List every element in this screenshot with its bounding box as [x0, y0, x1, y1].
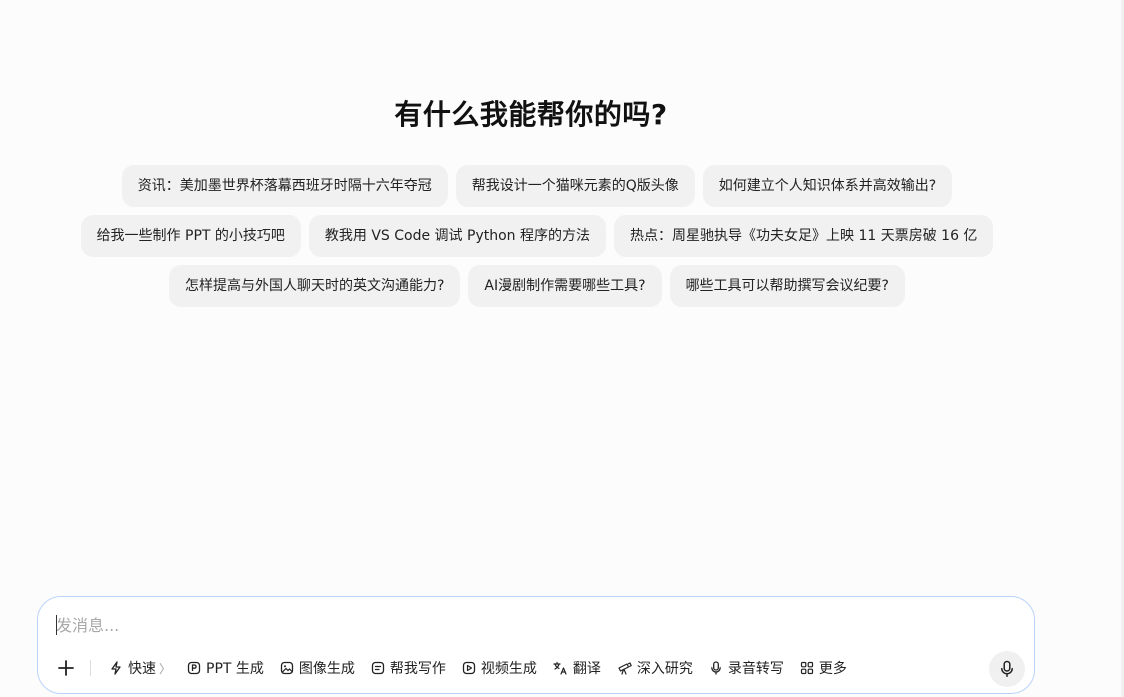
- suggestion-chip[interactable]: AI漫剧制作需要哪些工具?: [468, 265, 662, 307]
- translate-button[interactable]: 翻译: [545, 653, 609, 683]
- page-title: 有什么我能帮你的吗?: [394, 98, 668, 131]
- image-generate-button[interactable]: 图像生成: [272, 653, 363, 683]
- suggestion-chip[interactable]: 如何建立个人知识体系并高效输出?: [702, 165, 953, 207]
- image-icon: [280, 661, 294, 675]
- tool-label: 视频生成: [480, 661, 537, 677]
- toolbar-divider: [90, 660, 91, 676]
- ppt-icon: [187, 661, 201, 675]
- suggestion-row-2: 给我一些制作 PPT 的小技巧吧 教我用 VS Code 调试 Python 程…: [0, 215, 1074, 257]
- deep-research-button[interactable]: 深入研究: [609, 653, 701, 683]
- chat-home: 有什么我能帮你的吗? 资讯：美加墨世界杯落幕西班牙时隔十六年夺冠 帮我设计一个猫…: [0, 0, 1124, 697]
- microphone-icon: [711, 661, 721, 675]
- tool-label: 图像生成: [298, 661, 355, 677]
- suggestion-chip[interactable]: 热点：周星驰执导《功夫女足》上映 11 天票房破 16 亿: [614, 215, 994, 257]
- writing-button[interactable]: 帮我写作: [363, 653, 454, 683]
- tool-label: 深入研究: [636, 661, 693, 677]
- transcribe-button[interactable]: 录音转写: [701, 653, 792, 683]
- composer-toolbar: 快速 〉 PPT 生成 图像生成 帮我写作 视频生成 翻译 深入研究 录音转写 …: [52, 653, 855, 683]
- ppt-generate-button[interactable]: PPT 生成: [179, 653, 272, 683]
- tool-label: PPT 生成: [206, 661, 264, 677]
- add-attachment-button[interactable]: [52, 654, 80, 682]
- suggestion-chip[interactable]: 给我一些制作 PPT 的小技巧吧: [80, 215, 301, 257]
- writing-icon: [371, 661, 385, 675]
- suggestion-row-3: 怎样提高与外国人聊天时的英文沟通能力? AI漫剧制作需要哪些工具? 哪些工具可以…: [0, 265, 1074, 307]
- plus-icon: [58, 660, 74, 676]
- text-caret: [56, 615, 57, 635]
- quick-mode-button[interactable]: 快速 〉: [101, 653, 179, 683]
- video-icon: [462, 661, 476, 675]
- tool-label: 帮我写作: [389, 661, 446, 677]
- suggestion-chip[interactable]: 哪些工具可以帮助撰写会议纪要?: [669, 265, 905, 307]
- suggestion-chip[interactable]: 帮我设计一个猫咪元素的Q版头像: [455, 165, 695, 207]
- more-tools-button[interactable]: 更多: [792, 653, 855, 683]
- video-generate-button[interactable]: 视频生成: [454, 653, 545, 683]
- message-input[interactable]: [56, 611, 956, 639]
- tool-label: 更多: [818, 661, 847, 677]
- suggestion-chip[interactable]: 怎样提高与外国人聊天时的英文沟通能力?: [168, 265, 461, 307]
- message-composer: 快速 〉 PPT 生成 图像生成: [37, 596, 1035, 694]
- telescope-icon: [618, 662, 632, 675]
- lightning-icon: [111, 661, 121, 675]
- tool-label: 录音转写: [727, 661, 784, 677]
- grid-icon: [800, 661, 814, 675]
- suggestion-chip[interactable]: 资讯：美加墨世界杯落幕西班牙时隔十六年夺冠: [121, 165, 448, 207]
- suggestion-chip[interactable]: 教我用 VS Code 调试 Python 程序的方法: [308, 215, 606, 257]
- chevron-right-icon: 〉: [159, 661, 172, 676]
- translate-icon: [553, 661, 567, 675]
- suggestion-row-1: 资讯：美加墨世界杯落幕西班牙时隔十六年夺冠 帮我设计一个猫咪元素的Q版头像 如何…: [0, 165, 1074, 207]
- voice-input-button[interactable]: [989, 651, 1025, 687]
- tool-label: 翻译: [572, 661, 601, 677]
- tool-label: 快速: [128, 661, 156, 677]
- microphone-icon: [1001, 660, 1013, 678]
